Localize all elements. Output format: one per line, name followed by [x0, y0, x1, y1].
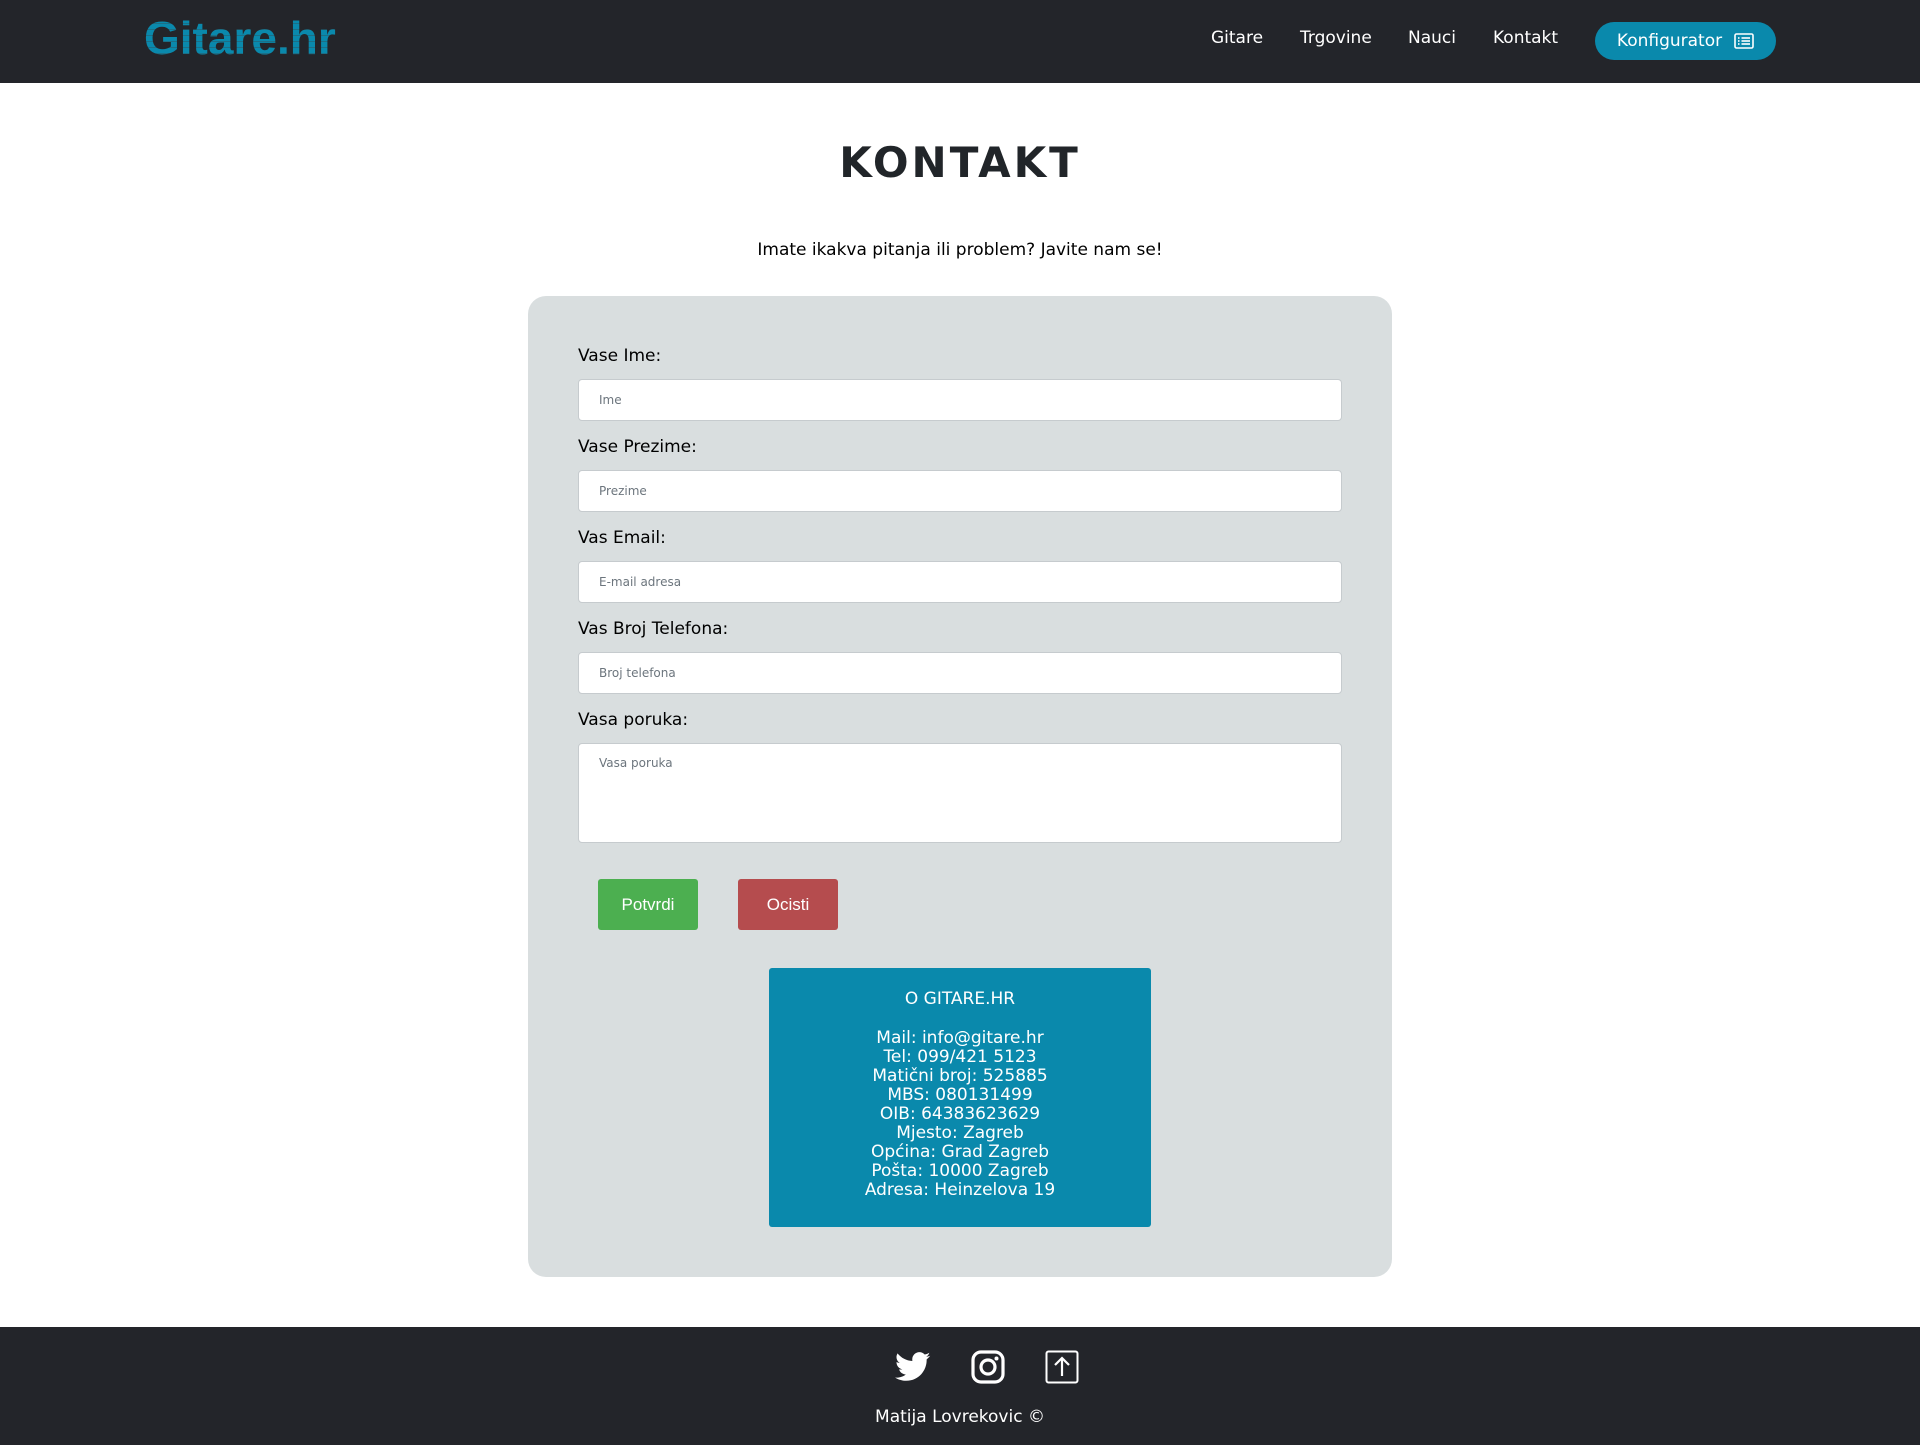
list-card-icon	[1734, 33, 1754, 49]
email-label: Vas Email:	[578, 528, 666, 548]
info-mjesto: Mjesto: Zagreb	[896, 1123, 1024, 1143]
first-name-input[interactable]	[578, 379, 1342, 421]
info-phone: Tel: 099/421 5123	[883, 1047, 1037, 1067]
navbar: Gitare.hr Gitare Trgovine Nauci Kontakt …	[0, 0, 1920, 83]
info-mail: Mail: info@gitare.hr	[876, 1028, 1044, 1048]
phone-input[interactable]	[578, 652, 1342, 694]
info-lines: Mail: info@gitare.hr Tel: 099/421 5123 M…	[769, 1029, 1151, 1200]
info-adresa: Adresa: Heinzelova 19	[864, 1180, 1056, 1200]
nav-nauci[interactable]: Nauci	[1408, 28, 1456, 48]
info-oib: OIB: 64383623629	[879, 1104, 1041, 1124]
clear-button[interactable]: Ocisti	[738, 879, 838, 930]
footer: Matija Lovrekovic ©	[0, 1327, 1920, 1445]
nav-gitare[interactable]: Gitare	[1211, 28, 1263, 48]
konfigurator-label: Konfigurator	[1616, 31, 1723, 51]
last-name-input[interactable]	[578, 470, 1342, 512]
arrow-up-icon[interactable]	[1042, 1347, 1082, 1387]
page-subtitle: Imate ikakva pitanja ili problem? Javite…	[757, 240, 1163, 260]
twitter-icon[interactable]	[893, 1347, 933, 1387]
konfigurator-button[interactable]: Konfigurator	[1595, 22, 1776, 60]
phone-label: Vas Broj Telefona:	[578, 619, 729, 639]
info-maticni-broj: Matični broj: 525885	[872, 1066, 1048, 1086]
instagram-icon[interactable]	[968, 1347, 1008, 1387]
nav-kontakt[interactable]: Kontakt	[1493, 28, 1558, 48]
info-opcina: Općina: Grad Zagreb	[870, 1142, 1050, 1162]
company-info-box: O GITARE.HR Mail: info@gitare.hr Tel: 09…	[769, 968, 1151, 1227]
submit-button[interactable]: Potvrdi	[598, 879, 698, 930]
footer-credit: Matija Lovrekovic ©	[875, 1407, 1045, 1427]
info-title: O GITARE.HR	[904, 989, 1016, 1009]
page-title: KONTAKT	[839, 138, 1081, 187]
contact-form-card: Vase Ime: Vase Prezime: Vas Email: Vas B…	[528, 296, 1392, 1277]
email-input[interactable]	[578, 561, 1342, 603]
message-label: Vasa poruka:	[578, 710, 689, 730]
last-name-label: Vase Prezime:	[578, 437, 697, 457]
message-textarea[interactable]	[578, 743, 1342, 843]
nav-trgovine[interactable]: Trgovine	[1300, 28, 1372, 48]
info-mbs: MBS: 080131499	[887, 1085, 1033, 1105]
first-name-label: Vase Ime:	[578, 346, 662, 366]
info-posta: Pošta: 10000 Zagreb	[871, 1161, 1049, 1181]
